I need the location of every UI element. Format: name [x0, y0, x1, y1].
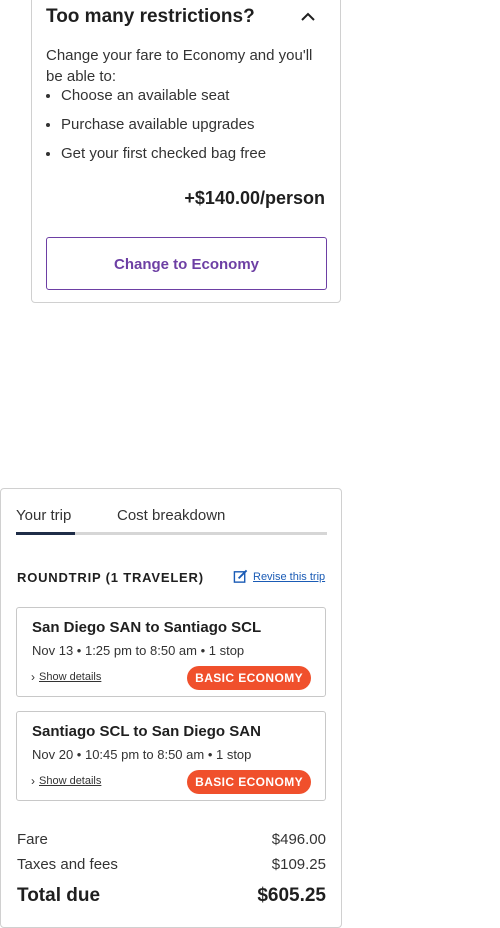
- benefit-item: Purchase available upgrades: [61, 114, 266, 143]
- change-to-economy-button[interactable]: Change to Economy: [46, 237, 327, 290]
- show-details-label[interactable]: Show details: [39, 671, 101, 683]
- taxes-row: Taxes and fees $109.25: [17, 856, 326, 873]
- total-value: $605.25: [257, 885, 326, 906]
- revise-trip-link[interactable]: Revise this trip: [233, 569, 325, 584]
- flight-segment: Santiago SCL to San Diego SAN Nov 20 • 1…: [16, 711, 326, 801]
- fare-row: Fare $496.00: [17, 831, 326, 848]
- restrictions-description: Change your fare to Economy and you'll b…: [46, 47, 313, 85]
- benefit-item: Get your first checked bag free: [61, 143, 266, 172]
- total-row: Total due $605.25: [17, 885, 326, 907]
- edit-icon: [233, 569, 248, 583]
- chevron-right-icon: ›: [31, 670, 35, 684]
- segment-route: Santiago SCL to San Diego SAN: [32, 723, 261, 740]
- upgrade-price: +$140.00/person: [184, 188, 325, 208]
- tab-active-indicator: [16, 532, 75, 535]
- benefits-list: Choose an available seat Purchase availa…: [46, 85, 266, 172]
- segment-route: San Diego SAN to Santiago SCL: [32, 619, 262, 636]
- segment-details: Nov 20 • 10:45 pm to 8:50 am • 1 stop: [32, 747, 252, 762]
- tab-your-trip[interactable]: Your trip: [16, 507, 71, 524]
- restrictions-title[interactable]: Too many restrictions?: [46, 6, 255, 28]
- fare-class-badge: BASIC ECONOMY: [187, 770, 311, 794]
- chevron-right-icon: ›: [31, 774, 35, 788]
- trip-summary-card: Your trip Cost breakdown ROUNDTRIP (1 TR…: [0, 488, 342, 928]
- fare-class-badge: BASIC ECONOMY: [187, 666, 311, 690]
- taxes-label: Taxes and fees: [17, 856, 118, 873]
- taxes-value: $109.25: [271, 856, 326, 873]
- revise-trip-label[interactable]: Revise this trip: [253, 571, 325, 583]
- tab-cost-breakdown[interactable]: Cost breakdown: [117, 507, 225, 524]
- show-details-label[interactable]: Show details: [39, 775, 101, 787]
- fare-label: Fare: [17, 831, 48, 848]
- flight-segment: San Diego SAN to Santiago SCL Nov 13 • 1…: [16, 607, 326, 697]
- segment-details: Nov 13 • 1:25 pm to 8:50 am • 1 stop: [32, 643, 245, 658]
- restrictions-card: Too many restrictions? Change your fare …: [31, 0, 341, 303]
- show-details-link[interactable]: › Show details: [31, 670, 101, 684]
- fare-value: $496.00: [271, 831, 326, 848]
- show-details-link[interactable]: › Show details: [31, 774, 101, 788]
- total-label: Total due: [17, 885, 101, 906]
- chevron-up-icon[interactable]: [300, 9, 316, 25]
- trip-heading: ROUNDTRIP (1 TRAVELER): [17, 570, 204, 585]
- benefit-item: Choose an available seat: [61, 85, 266, 114]
